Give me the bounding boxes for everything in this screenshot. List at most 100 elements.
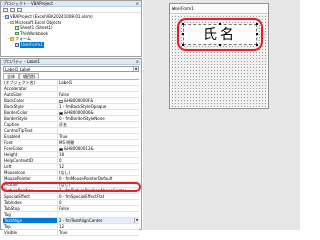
property-value-cell[interactable] — [58, 212, 139, 217]
close-icon[interactable]: × — [136, 1, 139, 7]
property-name: Accelerator — [3, 86, 58, 91]
project-tree: − VBAProject (ExcelVBA20241008-01.xlsm) − M… — [1, 13, 141, 48]
property-name: ControlTipText — [3, 128, 58, 133]
property-name: AutoSize — [3, 92, 58, 97]
property-name: Caption — [3, 122, 58, 127]
property-value: 12 — [59, 164, 65, 169]
color-swatch — [59, 147, 63, 151]
property-name: Top — [3, 224, 58, 229]
property-value: 氏名 — [59, 122, 67, 127]
folder-icon — [10, 20, 14, 25]
property-value-cell[interactable]: 1 - fmBackStyleOpaque — [58, 104, 139, 109]
sheet-icon — [15, 26, 19, 30]
highlight-oval-textalign — [1, 182, 141, 192]
property-value: &H8000000F& — [64, 98, 94, 103]
property-value-cell[interactable] — [58, 86, 139, 91]
property-name: MousePointer — [3, 176, 58, 181]
close-icon[interactable]: × — [172, 6, 265, 11]
property-value-cell[interactable]: True — [58, 230, 139, 235]
property-name: HelpContextID — [3, 158, 58, 163]
property-value: 0 - fmMousePointerDefault — [59, 176, 113, 181]
tab-alphabetic[interactable]: 全体 — [3, 73, 19, 79]
color-swatch — [59, 99, 63, 103]
property-name: BorderStyle — [3, 116, 58, 121]
property-value: 1 - fmBackStyleOpaque — [59, 104, 107, 109]
property-name: ForeColor — [3, 146, 58, 151]
property-value: False — [59, 92, 70, 97]
property-value-cell[interactable]: MS 明朝 — [58, 140, 139, 145]
property-value-cell[interactable]: 0 — [58, 200, 139, 205]
property-name: TabIndex — [3, 200, 58, 205]
tree-item-label: UserForm1 — [20, 41, 44, 48]
property-value-cell[interactable] — [58, 128, 139, 133]
property-value-cell[interactable]: 12 — [58, 224, 139, 229]
highlight-oval-label — [177, 18, 263, 51]
property-value-cell[interactable]: 18 — [58, 152, 139, 157]
userform-designer[interactable]: UserForm1 × 氏名 — [169, 3, 269, 109]
tree-item[interactable]: UserForm1 — [2, 41, 141, 48]
property-grid: (オブジェクト名) Label1 Accelerator AutoSize False B… — [3, 79, 139, 236]
property-value-cell[interactable]: (なし) — [58, 170, 139, 175]
property-value-cell[interactable]: 0 - fmBorderStyleNone — [58, 116, 139, 121]
property-name: Left — [3, 164, 58, 169]
property-value: 18 — [59, 152, 65, 157]
folder-icon — [10, 37, 14, 41]
properties-title: プロパティ - Label1 — [3, 59, 41, 64]
property-name: Visible — [3, 230, 58, 235]
property-value: (なし) — [59, 170, 71, 175]
property-value-cell[interactable]: &H80000006& — [58, 110, 139, 115]
properties-window: プロパティ - Label1 × Label1 Label ▼ 全体 項目別 (… — [0, 58, 142, 236]
color-swatch — [59, 111, 63, 115]
property-name: SpecialEffect — [3, 194, 58, 199]
property-value-cell[interactable]: 0 - fmMousePointerDefault — [58, 176, 139, 181]
property-value-cell[interactable]: &H8000000F& — [58, 98, 139, 103]
property-name: Enabled — [3, 134, 58, 139]
property-value-cell[interactable]: 0 - fmSpecialEffectFlat — [58, 194, 139, 199]
property-value: Label1 — [59, 80, 73, 85]
object-selector[interactable]: Label1 Label ▼ — [3, 66, 139, 72]
form-icon — [15, 43, 19, 47]
property-value: 0 — [59, 158, 62, 163]
property-value-cell[interactable]: False — [58, 92, 139, 97]
property-value-cell[interactable]: &H80000012& — [58, 146, 139, 151]
property-name: BackColor — [3, 98, 58, 103]
view-object-icon[interactable] — [10, 7, 15, 12]
property-name: Font — [3, 140, 58, 145]
property-value: 0 — [59, 200, 62, 205]
property-value-cell[interactable]: 氏名 — [58, 122, 139, 127]
property-value: 2 - fmTextAlignCenter — [59, 218, 103, 223]
view-code-icon[interactable] — [3, 7, 8, 12]
project-icon — [5, 15, 9, 19]
property-value-cell[interactable]: False — [58, 206, 139, 211]
property-name: (オブジェクト名) — [3, 80, 58, 85]
tab-categorized[interactable]: 項目別 — [19, 73, 39, 79]
property-value-cell[interactable]: 2 - fmTextAlignCenter — [58, 218, 139, 223]
sheet-icon — [15, 31, 19, 36]
chevron-down-icon[interactable]: ▼ — [134, 218, 139, 223]
close-icon[interactable]: × — [136, 59, 139, 65]
property-row[interactable]: Visible True — [3, 230, 139, 236]
userform-titlebar: UserForm1 × — [170, 4, 268, 14]
property-value: True — [59, 134, 68, 139]
property-value-cell[interactable]: 0 — [58, 158, 139, 163]
property-value: 12 — [59, 224, 65, 229]
property-name: BorderColor — [3, 110, 58, 115]
property-value: True — [59, 230, 68, 235]
property-name: TextAlign — [3, 218, 58, 223]
property-value: &H80000006& — [64, 110, 94, 115]
property-value: 0 - fmBorderStyleNone — [59, 116, 105, 121]
project-explorer-titlebar: プロジェクト - VBAProject × — [1, 1, 141, 7]
property-name: MouseIcon — [3, 170, 58, 175]
property-value: False — [59, 206, 70, 211]
chevron-down-icon[interactable]: ▼ — [133, 67, 138, 71]
property-value: 0 - fmSpecialEffectFlat — [59, 194, 105, 199]
property-name: Height — [3, 152, 58, 157]
project-explorer: プロジェクト - VBAProject × − VBAProject (Excel… — [0, 0, 142, 57]
toggle-folders-icon[interactable] — [17, 7, 22, 12]
property-value: MS 明朝 — [59, 140, 75, 145]
property-name: Tag — [3, 212, 58, 217]
property-name: TabStop — [3, 206, 58, 211]
property-value-cell[interactable]: True — [58, 134, 139, 139]
property-value-cell[interactable]: Label1 — [58, 80, 139, 85]
property-value-cell[interactable]: 12 — [58, 164, 139, 169]
